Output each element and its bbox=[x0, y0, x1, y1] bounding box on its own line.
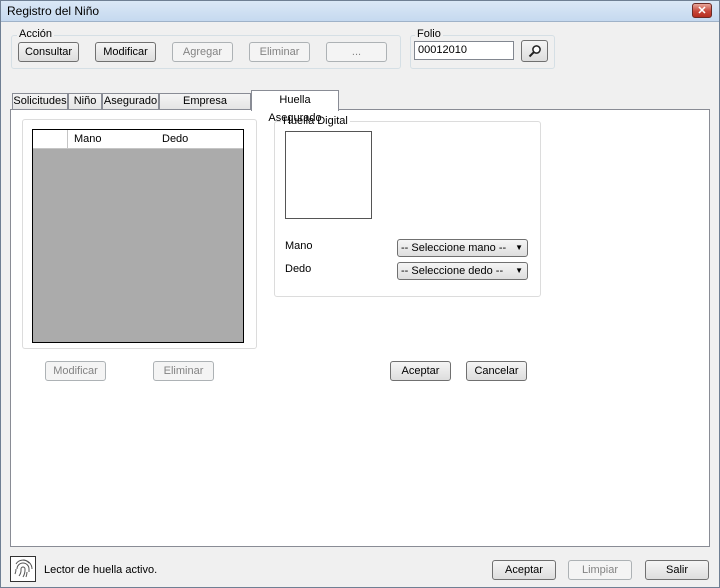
list-eliminar-button[interactable]: Eliminar bbox=[153, 361, 214, 381]
close-button[interactable]: ✕ bbox=[692, 3, 712, 18]
tab-asegurado[interactable]: Asegurado bbox=[102, 93, 159, 110]
search-icon bbox=[528, 45, 541, 58]
close-icon: ✕ bbox=[697, 5, 707, 17]
dedo-select-value: -- Seleccione dedo -- bbox=[401, 265, 504, 277]
table-header: Mano Dedo bbox=[33, 130, 243, 149]
fingerprints-table[interactable]: Mano Dedo bbox=[32, 129, 244, 343]
tab-empresa-asegurado[interactable]: Empresa Asegurado bbox=[159, 93, 251, 122]
list-modificar-button[interactable]: Modificar bbox=[45, 361, 106, 381]
folio-label: Folio bbox=[415, 28, 443, 40]
header-separator bbox=[67, 130, 68, 148]
folio-input[interactable]: 00012010 bbox=[414, 41, 514, 60]
footer-aceptar-button[interactable]: Aceptar bbox=[492, 560, 556, 580]
mano-select[interactable]: -- Seleccione mano -- ▼ bbox=[397, 239, 528, 257]
fingerprint-icon bbox=[10, 556, 36, 582]
window-title: Registro del Niño bbox=[7, 4, 100, 18]
column-header-mano[interactable]: Mano bbox=[74, 133, 102, 145]
status-text: Lector de huella activo. bbox=[44, 564, 158, 576]
fingerprint-icon-graphic bbox=[14, 559, 33, 578]
eliminar-button[interactable]: Eliminar bbox=[249, 42, 310, 62]
consultar-button[interactable]: Consultar bbox=[18, 42, 79, 62]
agregar-button[interactable]: Agregar bbox=[172, 42, 233, 62]
mano-label: Mano bbox=[285, 240, 313, 252]
more-button[interactable]: ... bbox=[326, 42, 387, 62]
modificar-button[interactable]: Modificar bbox=[95, 42, 156, 62]
mano-select-value: -- Seleccione mano -- bbox=[401, 242, 507, 254]
accion-group-label: Acción bbox=[17, 28, 55, 40]
title-bar: Registro del Niño ✕ bbox=[1, 1, 719, 22]
main-window: Registro del Niño ✕ Acción Consultar Mod… bbox=[0, 0, 720, 588]
footer-salir-button[interactable]: Salir bbox=[645, 560, 709, 580]
footer-limpiar-button[interactable]: Limpiar bbox=[568, 560, 632, 580]
folio-search-button[interactable] bbox=[521, 40, 548, 62]
panel-cancelar-button[interactable]: Cancelar bbox=[466, 361, 527, 381]
dedo-label: Dedo bbox=[285, 263, 312, 275]
chevron-down-icon: ▼ bbox=[515, 266, 523, 275]
tab-nino[interactable]: Niño bbox=[68, 93, 102, 110]
chevron-down-icon: ▼ bbox=[515, 243, 523, 252]
fingerprint-preview bbox=[285, 131, 372, 219]
column-header-dedo[interactable]: Dedo bbox=[162, 133, 188, 145]
tab-huella-asegurado[interactable]: Huella Asegurado bbox=[251, 90, 339, 124]
dedo-select[interactable]: -- Seleccione dedo -- ▼ bbox=[397, 262, 528, 280]
panel-aceptar-button[interactable]: Aceptar bbox=[390, 361, 451, 381]
tab-solicitudes[interactable]: Solicitudes bbox=[12, 93, 68, 110]
